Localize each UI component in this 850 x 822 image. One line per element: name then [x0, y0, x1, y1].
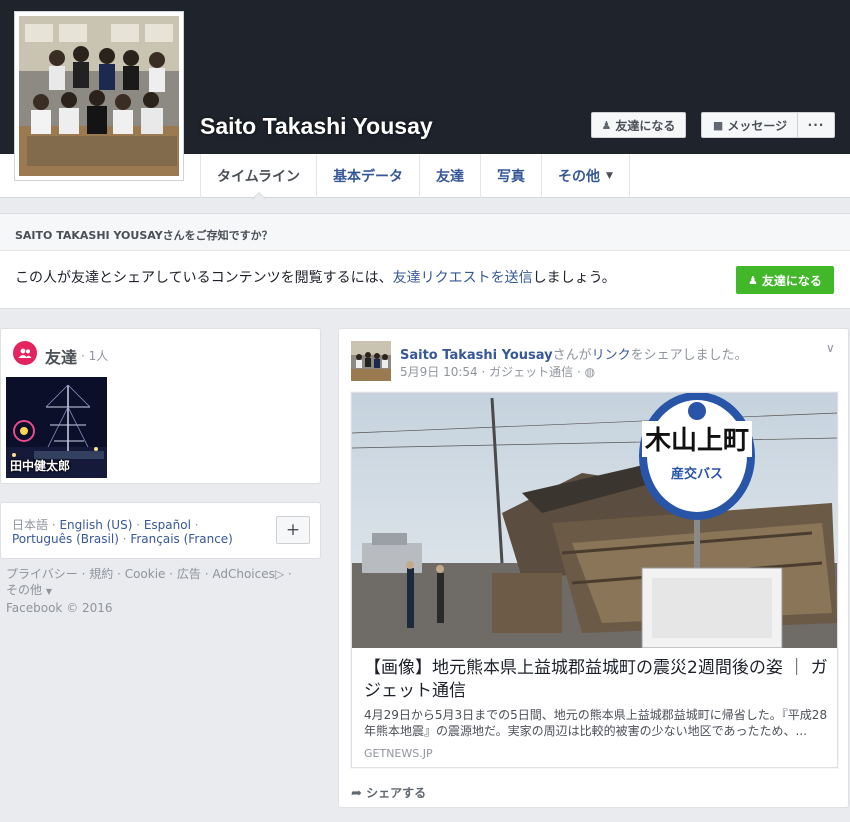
prompt-text: この人が友達とシェアしているコンテンツを閲覧するには、友達リクエストを送信しまし… [15, 267, 616, 287]
friends-title[interactable]: 友達 [45, 344, 77, 368]
share-icon: ➦ [351, 786, 362, 801]
add-friend-green-label: 友達になる [761, 273, 822, 288]
post-date[interactable]: 5月9日 10:54 [400, 365, 478, 379]
language-line-2: Português (Brasil) · Français (France) [12, 532, 233, 546]
share-label: シェアする [366, 786, 427, 800]
link-title[interactable]: 【画像】地元熊本県上益城郡益城町の震災2週間後の姿 ｜ ガジェット通信 [364, 657, 829, 703]
copyright: Facebook © 2016 [6, 601, 113, 615]
post-options-chevron-icon[interactable]: ∨ [826, 341, 835, 355]
tab-label: タイムライン [217, 169, 301, 185]
friends-icon [13, 341, 37, 365]
chevron-down-icon: ▼ [606, 171, 613, 181]
post-author-name[interactable]: Saito Takashi Yousay [400, 348, 553, 363]
link-domain: GETNEWS.JP [364, 747, 433, 760]
chevron-down-icon: ▼ [45, 587, 52, 596]
adchoices-icon: ▷ [274, 567, 285, 581]
tab-label: 友達 [436, 169, 465, 185]
post-source-app[interactable]: ガジェット通信 [489, 365, 573, 379]
language-link[interactable]: English (US) [59, 518, 132, 532]
prompt-heading: SAITO TAKASHI YOUSAYさんをご存知ですか？ [0, 214, 850, 251]
tab-photos[interactable]: 写真 [480, 154, 541, 198]
message-label: メッセージ [727, 118, 788, 133]
tab-timeline[interactable]: タイムライン [200, 154, 316, 199]
add-friend-green-button[interactable]: ♟ 友達になる [736, 266, 834, 294]
bus-stop-sign-text: 木山上町 [644, 426, 749, 456]
footer-link[interactable]: その他 [6, 583, 42, 597]
share-button[interactable]: ➦ シェアする [351, 784, 426, 801]
post-action-after: をシェアしました。 [630, 348, 748, 363]
post-meta: 5月9日 10:54 · ガジェット通信 · ◍ [400, 365, 596, 379]
language-line-1: 日本語 · English (US) · Español · [12, 518, 199, 532]
add-friend-icon: ♟ [601, 118, 612, 132]
message-button[interactable]: ■ メッセージ [701, 112, 798, 138]
tab-friends[interactable]: 友達 [419, 154, 480, 198]
profile-photo-image [19, 16, 179, 176]
link-preview-image: 木山上町 産交バス [352, 393, 837, 648]
add-friend-button[interactable]: ♟ 友達になる [591, 112, 686, 138]
language-current: 日本語 [12, 518, 49, 532]
friend-name[interactable]: 田中健太郎 [10, 457, 70, 474]
timeline-post: Saito Takashi Yousayさんがリンクをシェアしました。 5月9日… [338, 328, 849, 808]
footer-link[interactable]: プライバシー [6, 567, 78, 581]
tab-more[interactable]: その他 ▼ [541, 154, 630, 198]
friends-count: · 1人 [81, 349, 109, 363]
message-icon: ■ [712, 118, 724, 132]
friend-request-prompt: SAITO TAKASHI YOUSAYさんをご存知ですか？ この人が友達とシェ… [0, 213, 850, 309]
post-link-word[interactable]: リンク [592, 348, 631, 363]
add-friend-label: 友達になる [615, 118, 676, 133]
footer-links: プライバシー · 規約 · Cookie · 広告 · AdChoices▷ ·… [6, 567, 292, 615]
tab-label: その他 [558, 169, 601, 185]
profile-name[interactable]: Saito Takashi Yousay [200, 113, 433, 140]
friends-card: 友達 · 1人 田中健太郎 [0, 328, 321, 484]
friend-tile[interactable]: 田中健太郎 [6, 377, 107, 478]
language-link[interactable]: Português (Brasil) [12, 532, 119, 546]
link-description: 4月29日から5月3日までの5日間、地元の熊本県上益城郡益城町に帰省した。『平成… [364, 708, 828, 738]
footer-link[interactable]: 規約 [89, 567, 113, 581]
prompt-text-before: この人が友達とシェアしているコンテンツを閲覧するには、 [15, 270, 393, 286]
bus-stop-sign-sub: 産交バス [671, 466, 723, 482]
post-action-before: さんが [552, 348, 592, 363]
footer-link[interactable]: Cookie [125, 567, 166, 581]
tab-label: 写真 [497, 169, 526, 185]
tab-label: 基本データ [333, 169, 404, 185]
prompt-text-after: しましょう。 [532, 270, 616, 286]
language-link[interactable]: Français (France) [130, 532, 233, 546]
globe-icon: ◍ [584, 365, 596, 379]
add-language-button[interactable]: + [276, 516, 310, 544]
post-author-avatar[interactable] [351, 341, 391, 381]
add-friend-icon: ♟ [748, 273, 758, 287]
footer-link[interactable]: 広告 [177, 567, 201, 581]
language-link[interactable]: Español [144, 518, 191, 532]
footer-link[interactable]: AdChoices [212, 567, 275, 581]
profile-photo[interactable] [14, 11, 184, 181]
post-header-text: Saito Takashi Yousayさんがリンクをシェアしました。 [400, 344, 748, 363]
tab-about[interactable]: 基本データ [316, 154, 419, 198]
more-options-icon: ··· [807, 118, 825, 132]
send-request-link[interactable]: 友達リクエストを送信 [393, 270, 533, 286]
shared-link-card[interactable]: 木山上町 産交バス 【画像】地元熊本県上益城郡益城町の震災2週間後の姿 ｜ ガジ… [351, 392, 838, 768]
language-card: 日本語 · English (US) · Español · Português… [0, 502, 321, 559]
more-options-button[interactable]: ··· [797, 112, 835, 138]
